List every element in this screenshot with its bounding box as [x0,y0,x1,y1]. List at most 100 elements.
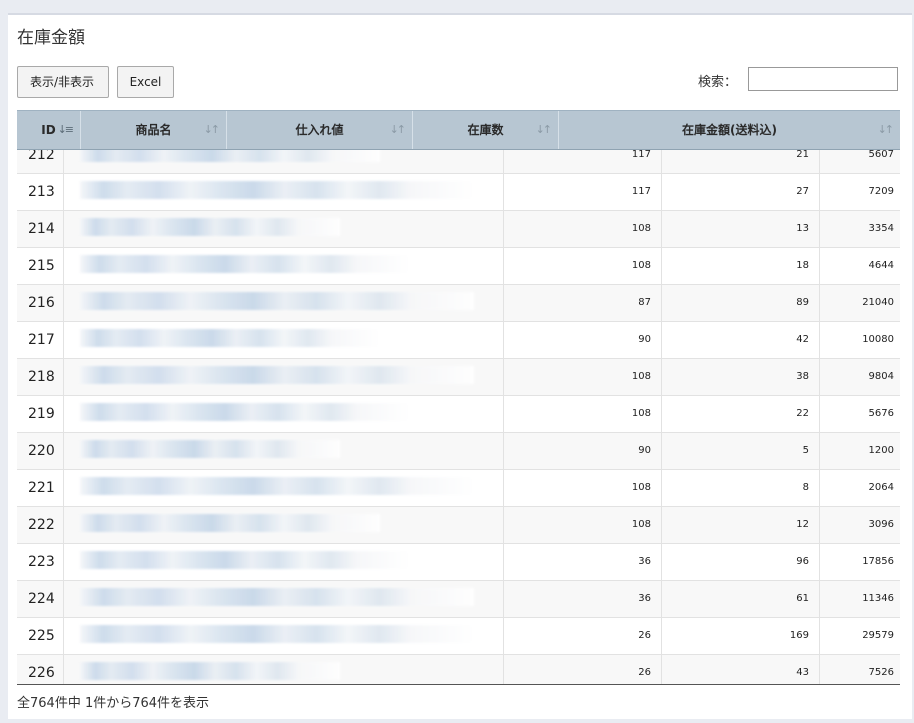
cell-cost: 26 [504,618,662,654]
cell-stock: 89 [662,285,820,321]
column-header-label: 仕入れ値 [295,123,344,137]
cell-cost: 108 [504,396,662,432]
cell-stock: 38 [662,359,820,395]
cell-cost: 117 [504,174,662,210]
cell-product-name [64,174,504,210]
cell-amount: 3354 [868,223,894,234]
table-row[interactable]: 219 108 22 5676 [17,396,900,433]
search-input[interactable] [748,67,898,91]
column-header-cost[interactable]: 仕入れ値 ↓↑ [227,111,413,149]
cell-id: 221 [17,470,64,506]
table-info: 全764件中 1件から764件を表示 [17,696,210,711]
column-header-name[interactable]: 商品名 ↓↑ [81,111,227,149]
cell-product-name [64,396,504,432]
table-row[interactable]: 225 26 169 29579 [17,618,900,655]
cell-amount: 17856 [862,556,894,567]
cell-id: 215 [17,248,64,284]
redacted-name [80,440,340,458]
cell-amount: 7526 [868,667,894,678]
column-header-stock[interactable]: 在庫数 ↓↑ [413,111,559,149]
sort-ascending-icon: ↓≡ [57,123,75,136]
cell-product-name [64,655,504,684]
cell-id: 213 [17,174,64,210]
cell-product-name [64,433,504,469]
table-row[interactable]: 222 108 12 3096 [17,507,900,544]
redacted-name [80,366,474,384]
cell-amount: 3096 [868,519,894,530]
sort-icon: ↓↑ [535,123,553,136]
cell-product-name [64,544,504,580]
redacted-name [80,403,410,421]
cell-amount: 2064 [868,482,894,493]
redacted-name [80,514,380,532]
table-row[interactable]: 226 26 43 7526 [17,655,900,684]
cell-stock: 43 [662,655,820,684]
excel-export-button[interactable]: Excel [117,66,174,98]
cell-amount: 29579 [862,630,894,641]
cell-id: 222 [17,507,64,543]
cell-product-name [64,581,504,617]
sort-icon: ↓↑ [877,123,895,136]
cell-product-name [64,359,504,395]
cell-stock: 61 [662,581,820,617]
column-header-id[interactable]: ID ↓≡ [17,111,81,149]
inventory-table: ID ↓≡ 商品名 ↓↑ 仕入れ値 ↓↑ 在庫数 ↓↑ 在庫金額(送料込) ↓↑… [17,110,900,685]
cell-id: 225 [17,618,64,654]
page-title: 在庫金額 [17,28,85,48]
cell-stock: 169 [662,618,820,654]
table-row[interactable]: 218 108 38 9804 [17,359,900,396]
column-header-amount[interactable]: 在庫金額(送料込) ↓↑ [559,111,900,149]
cell-amount: 21040 [862,297,894,308]
table-body: 212 117 21 5607 213 117 27 7209 214 108 13 3354 2… [17,137,900,684]
cell-cost: 36 [504,544,662,580]
cell-amount: 4644 [868,260,894,271]
cell-id: 216 [17,285,64,321]
cell-amount: 7209 [868,186,894,197]
column-header-label: 在庫金額(送料込) [682,123,777,137]
search-label: 検索： [698,75,738,90]
column-header-label: 在庫数 [467,123,504,137]
cell-stock: 5 [662,433,820,469]
cell-cost: 36 [504,581,662,617]
table-row[interactable]: 224 36 61 11346 [17,581,900,618]
table-header: ID ↓≡ 商品名 ↓↑ 仕入れ値 ↓↑ 在庫数 ↓↑ 在庫金額(送料込) ↓↑ [17,111,900,150]
cell-stock: 12 [662,507,820,543]
toggle-columns-button[interactable]: 表示/非表示 [17,66,109,98]
cell-product-name [64,470,504,506]
cell-cost: 108 [504,470,662,506]
cell-cost: 90 [504,322,662,358]
table-row[interactable]: 213 117 27 7209 [17,174,900,211]
cell-id: 218 [17,359,64,395]
table-row[interactable]: 217 90 42 10080 [17,322,900,359]
cell-stock: 8 [662,470,820,506]
cell-stock: 27 [662,174,820,210]
cell-id: 224 [17,581,64,617]
inventory-panel: 在庫金額 表示/非表示 Excel 検索： ID ↓≡ 商品名 ↓↑ 仕入れ値 … [8,13,912,719]
redacted-name [80,551,410,569]
table-row[interactable]: 216 87 89 21040 [17,285,900,322]
redacted-name [80,625,474,643]
cell-product-name [64,285,504,321]
cell-id: 214 [17,211,64,247]
table-row[interactable]: 221 108 8 2064 [17,470,900,507]
column-header-label: ID [41,123,56,137]
cell-product-name [64,248,504,284]
table-row[interactable]: 215 108 18 4644 [17,248,900,285]
redacted-name [80,329,380,347]
table-row[interactable]: 214 108 13 3354 [17,211,900,248]
redacted-name [80,292,474,310]
cell-cost: 108 [504,248,662,284]
cell-id: 226 [17,655,64,684]
cell-id: 220 [17,433,64,469]
cell-stock: 18 [662,248,820,284]
sort-icon: ↓↑ [389,123,407,136]
cell-amount: 1200 [868,445,894,456]
table-row[interactable]: 220 90 5 1200 [17,433,900,470]
table-row[interactable]: 223 36 96 17856 [17,544,900,581]
cell-cost: 108 [504,211,662,247]
cell-stock: 13 [662,211,820,247]
cell-product-name [64,322,504,358]
cell-cost: 87 [504,285,662,321]
cell-stock: 96 [662,544,820,580]
cell-cost: 90 [504,433,662,469]
